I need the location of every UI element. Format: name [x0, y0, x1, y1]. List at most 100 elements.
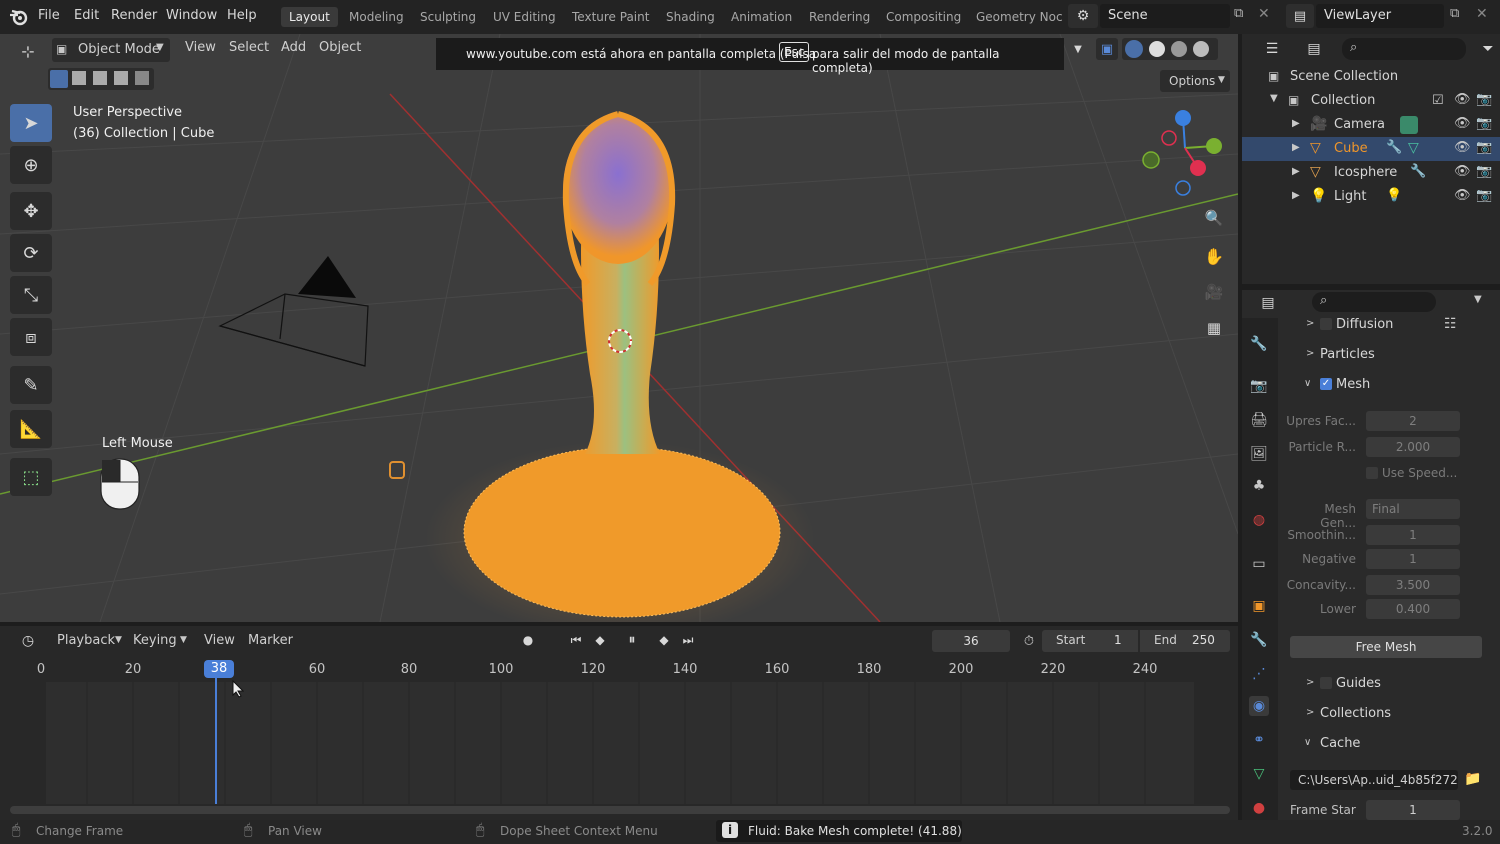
section-cache[interactable]: Cache	[1320, 736, 1360, 751]
playhead-frame-badge[interactable]: 38	[204, 660, 234, 678]
list-options-icon[interactable]: ☷	[1444, 316, 1457, 332]
light-data-icon[interactable]: 💡	[1386, 188, 1402, 203]
filter-icon[interactable]: ⏷	[1478, 38, 1498, 60]
section-collections[interactable]: Collections	[1320, 706, 1391, 721]
wireframe-shading-icon[interactable]	[1125, 40, 1143, 58]
prev-keyframe-button[interactable]: ◆	[590, 630, 610, 650]
expand-arrow-icon[interactable]: ▶	[1292, 166, 1300, 177]
rendered-shading-icon[interactable]	[1193, 41, 1209, 57]
expand-arrow-icon[interactable]: ▶	[1292, 190, 1300, 201]
use-preview-range-button[interactable]: ⏱	[1018, 630, 1040, 652]
outliner-item-light[interactable]: ▶ 💡 Light 💡 👁 📷	[1242, 185, 1500, 209]
cursor-tool[interactable]: ⊕	[10, 146, 52, 184]
menu-timeline-view[interactable]: View	[204, 633, 235, 648]
tab-geometry-nodes[interactable]: Geometry Noc	[976, 10, 1063, 24]
tab-texture-paint[interactable]: Texture Paint	[572, 10, 649, 24]
delete-view-layer-icon[interactable]: ✕	[1476, 6, 1494, 24]
pause-button[interactable]: ⏸	[622, 630, 642, 650]
folder-icon[interactable]: 📁	[1464, 771, 1481, 787]
xray-toggle-button[interactable]: ▣	[1096, 38, 1118, 60]
outliner-collection[interactable]: ▼ ▣ Collection ☑ 👁 📷	[1242, 89, 1500, 113]
end-frame-field[interactable]: End 250	[1140, 630, 1230, 652]
frame-start-field[interactable]: 1	[1366, 800, 1460, 820]
editor-type-button[interactable]: ⊹	[10, 40, 46, 62]
timeline-scrollbar[interactable]	[10, 806, 1230, 814]
tab-modeling[interactable]: Modeling	[349, 10, 404, 24]
tab-collection-icon[interactable]: ▭	[1249, 554, 1269, 574]
lower-field[interactable]: 0.400	[1366, 599, 1460, 619]
next-keyframe-button[interactable]: ◆	[654, 630, 674, 650]
outliner-item-icosphere[interactable]: ▶ ▽ Icosphere 🔧 👁 📷	[1242, 161, 1500, 185]
tab-shading[interactable]: Shading	[666, 10, 715, 24]
expand-arrow-icon[interactable]: ▶	[1292, 118, 1300, 129]
wrench-icon[interactable]: 🔧	[1386, 140, 1402, 155]
tab-material-icon[interactable]: ●	[1249, 798, 1269, 818]
blender-logo-icon[interactable]	[8, 6, 30, 28]
move-tool[interactable]: ✥	[10, 192, 52, 230]
object-mode-dropdown[interactable]: ▣ Object Mode ▼	[52, 38, 170, 62]
mesh-data-icon[interactable]: ▽	[1408, 140, 1419, 156]
expand-arrow-icon[interactable]: ▶	[1292, 142, 1300, 153]
select-intersect-icon[interactable]	[135, 71, 149, 85]
tab-rendering[interactable]: Rendering	[809, 10, 870, 24]
delete-scene-icon[interactable]: ✕	[1258, 6, 1276, 24]
material-shading-icon[interactable]	[1171, 41, 1187, 57]
menu-keying[interactable]: Keying	[133, 633, 177, 648]
transform-tool[interactable]: ⧈	[10, 318, 52, 356]
chevron-right-icon[interactable]: >	[1306, 677, 1314, 688]
playhead-line[interactable]	[215, 676, 217, 804]
scale-tool[interactable]: ⤡	[10, 276, 52, 314]
timeline-editor-type[interactable]: ◷	[10, 630, 46, 652]
chevron-down-icon[interactable]: ▼	[1474, 294, 1490, 310]
overlay-dropdown[interactable]: ▼	[1068, 38, 1088, 60]
concavity-field[interactable]: 3.500	[1366, 575, 1460, 595]
select-box-tool[interactable]: ➤	[10, 104, 52, 142]
annotate-tool[interactable]: ✎	[10, 366, 52, 404]
render-camera-icon[interactable]: 📷	[1476, 140, 1492, 155]
tab-sculpting[interactable]: Sculpting	[420, 10, 476, 24]
use-speed-checkbox[interactable]	[1366, 467, 1378, 479]
eye-icon[interactable]: 👁	[1454, 140, 1471, 155]
tab-data-icon[interactable]: ▽	[1249, 764, 1269, 784]
section-particles[interactable]: Particles	[1320, 347, 1375, 362]
particle-radius-field[interactable]: 2.000	[1366, 437, 1460, 457]
timeline-track-area[interactable]	[46, 682, 1194, 804]
navigation-gizmo[interactable]	[1140, 108, 1230, 198]
wrench-icon[interactable]: 🔧	[1410, 164, 1426, 179]
tab-particles-icon[interactable]: ⋰	[1249, 664, 1269, 684]
tab-animation[interactable]: Animation	[731, 10, 792, 24]
scene-selector-button[interactable]: ⚙	[1068, 4, 1098, 28]
section-diffusion[interactable]: Diffusion	[1336, 317, 1393, 332]
menu-object[interactable]: Object	[319, 40, 361, 55]
tab-world-icon[interactable]: ◍	[1249, 510, 1269, 530]
render-camera-icon[interactable]: 📷	[1476, 188, 1492, 203]
properties-editor-type[interactable]: ▤	[1252, 292, 1284, 314]
options-dropdown[interactable]: Options ▼	[1160, 70, 1230, 92]
properties-search-input[interactable]: ⌕	[1312, 292, 1436, 312]
jump-end-button[interactable]: ⏭	[678, 630, 698, 650]
chevron-down-icon[interactable]: ∨	[1304, 737, 1311, 748]
guides-checkbox[interactable]	[1320, 677, 1332, 689]
jump-start-button[interactable]: ⏮	[566, 630, 586, 650]
menu-select[interactable]: Select	[229, 40, 269, 55]
smoothing-field[interactable]: 1	[1366, 525, 1460, 545]
status-report[interactable]: i Fluid: Bake Mesh complete! (41.88)	[716, 820, 962, 842]
perspective-toggle-icon[interactable]: ▦	[1202, 316, 1226, 340]
tab-view-layer-icon[interactable]: 🖼	[1249, 444, 1269, 464]
tab-tool-icon[interactable]: 🔧	[1249, 334, 1269, 354]
record-button[interactable]: ●	[518, 630, 538, 650]
outliner-item-cube[interactable]: ▶ ▽ Cube 🔧 ▽ 👁 📷	[1242, 137, 1500, 161]
menu-view[interactable]: View	[185, 40, 216, 55]
menu-marker[interactable]: Marker	[248, 633, 293, 648]
tab-constraints-icon[interactable]: ⚭	[1249, 730, 1269, 750]
view-layer-selector-button[interactable]: ▤	[1286, 4, 1314, 28]
diffusion-checkbox[interactable]	[1320, 318, 1332, 330]
tab-physics-icon[interactable]: ◉	[1249, 696, 1269, 716]
menu-file[interactable]: File	[38, 8, 60, 23]
tab-layout[interactable]: Layout	[281, 7, 338, 27]
menu-playback[interactable]: Playback	[57, 633, 115, 648]
mesh-generator-dropdown[interactable]: Final	[1366, 499, 1460, 519]
select-subtract-icon[interactable]	[93, 71, 107, 85]
upres-factor-field[interactable]: 2	[1366, 411, 1460, 431]
eye-icon[interactable]: 👁	[1454, 116, 1471, 131]
